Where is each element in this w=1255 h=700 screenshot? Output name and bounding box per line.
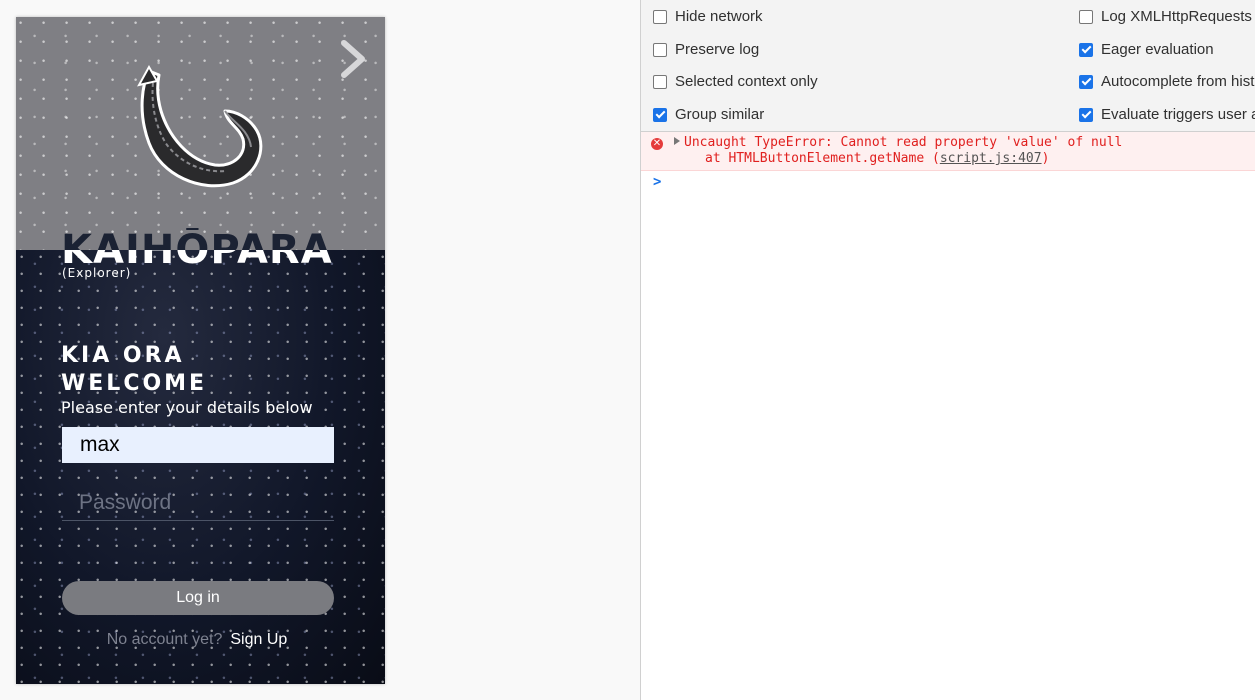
password-input[interactable]: [62, 485, 334, 521]
option-label: Group similar: [675, 106, 765, 123]
starfield-background: [16, 250, 385, 684]
signup-link[interactable]: Sign Up: [230, 631, 287, 648]
error-stack: at HTMLButtonElement.getName (script.js:…: [705, 151, 1049, 166]
option-label: Evaluate triggers user a: [1101, 106, 1255, 123]
preserve-log-checkbox[interactable]: [653, 42, 667, 57]
devtools-console: Hide network Preserve log Selected conte…: [640, 0, 1255, 700]
option-label: Hide network: [675, 8, 763, 25]
instructions-text: Please enter your details below: [61, 398, 313, 417]
signup-row: No account yet? Sign Up: [16, 631, 378, 649]
autocomplete-checkbox[interactable]: [1079, 74, 1093, 89]
app-screen: KAIHŌPARA (Explorer) KIA ORA WELCOME Ple…: [16, 17, 385, 684]
console-error-message: ✕ Uncaught TypeError: Cannot read proper…: [641, 132, 1255, 171]
expand-triangle-icon[interactable]: [674, 137, 680, 145]
fish-hook-icon: [137, 64, 263, 188]
welcome-heading: WELCOME: [61, 371, 208, 396]
console-prompt[interactable]: >: [653, 174, 661, 190]
eager-evaluation-option[interactable]: Eager evaluation: [1079, 41, 1214, 58]
error-text: Uncaught TypeError: Cannot read property…: [684, 135, 1123, 150]
stack-text: at HTMLButtonElement.getName (: [705, 151, 940, 166]
stack-suffix: ): [1041, 151, 1050, 166]
preserve-log-option[interactable]: Preserve log: [653, 41, 759, 58]
option-label: Preserve log: [675, 41, 760, 58]
login-button[interactable]: Log in: [62, 581, 334, 615]
autocomplete-option[interactable]: Autocomplete from hist: [1079, 73, 1254, 90]
signup-prompt: No account yet?: [106, 631, 223, 648]
username-input[interactable]: [62, 427, 334, 463]
hide-network-option[interactable]: Hide network: [653, 8, 763, 25]
chevron-right-icon[interactable]: [338, 39, 368, 79]
option-label: Log XMLHttpRequests: [1101, 8, 1252, 25]
log-xhr-checkbox[interactable]: [1079, 9, 1093, 24]
console-settings: Hide network Preserve log Selected conte…: [641, 0, 1255, 132]
hide-network-checkbox[interactable]: [653, 9, 667, 24]
evaluate-triggers-option[interactable]: Evaluate triggers user a: [1079, 106, 1255, 123]
group-similar-option[interactable]: Group similar: [653, 106, 764, 123]
log-xhr-option[interactable]: Log XMLHttpRequests: [1079, 8, 1252, 25]
evaluate-triggers-checkbox[interactable]: [1079, 107, 1093, 122]
brand-subtitle: (Explorer): [62, 266, 132, 280]
option-label: Autocomplete from hist: [1101, 73, 1255, 90]
group-similar-checkbox[interactable]: [653, 107, 667, 122]
source-link[interactable]: script.js:407: [940, 151, 1042, 166]
option-label: Selected context only: [675, 73, 818, 90]
error-icon: ✕: [651, 138, 663, 150]
eager-evaluation-checkbox[interactable]: [1079, 42, 1093, 57]
greeting-heading: KIA ORA: [61, 343, 185, 368]
selected-context-checkbox[interactable]: [653, 74, 667, 89]
option-label: Eager evaluation: [1101, 41, 1214, 58]
selected-context-option[interactable]: Selected context only: [653, 73, 818, 90]
